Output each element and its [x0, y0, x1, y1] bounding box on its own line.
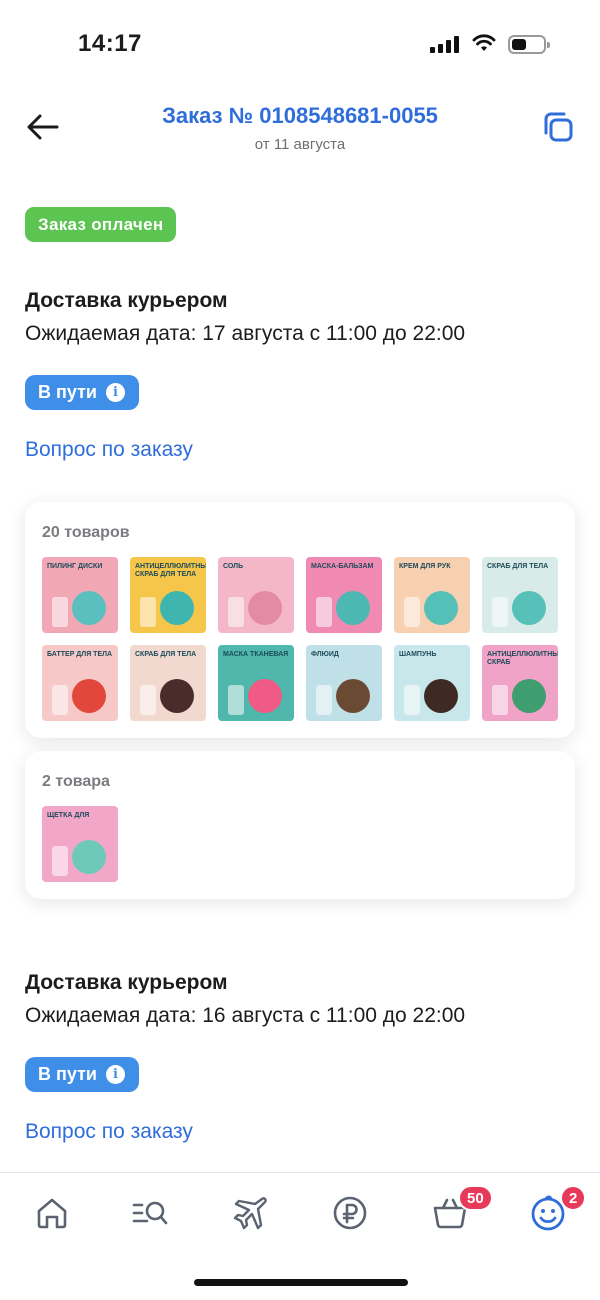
nav-catalog[interactable]	[130, 1193, 170, 1233]
product-image	[248, 591, 282, 625]
product-thumbnail[interactable]: Щетка для	[42, 806, 118, 882]
product-image	[424, 591, 458, 625]
product-package	[492, 597, 508, 627]
nav-home[interactable]	[32, 1193, 72, 1233]
catalog-search-icon	[132, 1201, 168, 1225]
product-image	[72, 840, 106, 874]
nav-finance[interactable]	[330, 1193, 370, 1233]
product-label: Пилинг диски	[47, 563, 103, 570]
product-package	[228, 597, 244, 627]
product-label: Щетка для	[47, 812, 90, 819]
product-package	[140, 597, 156, 627]
copy-icon	[544, 112, 573, 142]
page-title: Заказ № 0108548681-0055	[162, 103, 438, 128]
product-image	[160, 591, 194, 625]
items-count: 2 товара	[42, 773, 110, 790]
product-thumbnail[interactable]: Пилинг диски	[42, 557, 118, 633]
product-image	[424, 679, 458, 713]
product-image	[72, 591, 106, 625]
status-bar: 14:17	[0, 0, 600, 88]
home-icon	[37, 1198, 67, 1229]
product-package	[52, 685, 68, 715]
page-subtitle: от 11 августа	[254, 136, 346, 153]
order-header: Заказ № 0108548681-0055 от 11 августа	[0, 95, 600, 165]
product-thumbnail[interactable]: Крем для рук	[394, 557, 470, 633]
product-label: Антицеллюлитный скраб для тела	[135, 563, 206, 578]
product-package	[404, 597, 420, 627]
product-label: Скраб для тела	[135, 651, 197, 658]
order-paid-badge: Заказ оплачен	[25, 207, 177, 242]
product-thumbnail[interactable]: Баттер для тела	[42, 645, 118, 721]
info-icon: i	[105, 383, 125, 402]
profile-notification-badge: 2	[560, 1185, 587, 1211]
product-package	[52, 597, 68, 627]
product-thumbnail[interactable]: Шампунь	[394, 645, 470, 721]
shipment-2-title: Доставка курьером	[25, 971, 228, 994]
shipment-1-status-badge[interactable]: В пути i	[25, 375, 139, 410]
nav-travel[interactable]	[231, 1193, 271, 1233]
product-label: Соль	[223, 563, 244, 570]
shipment-2-question-link[interactable]: Вопрос по заказу	[25, 1120, 193, 1144]
product-label: Флюид	[311, 651, 339, 658]
product-label: Баттер для тела	[47, 651, 113, 658]
shipment-1-status-label: В пути	[38, 382, 97, 402]
battery-level	[512, 39, 526, 50]
items-grid: Щетка для	[42, 806, 558, 882]
ruble-icon	[333, 1196, 367, 1230]
product-thumbnail[interactable]: Скраб для тела	[130, 645, 206, 721]
product-image	[72, 679, 106, 713]
cart-count-badge: 50	[458, 1185, 493, 1211]
wifi-icon	[472, 34, 496, 51]
product-package	[316, 685, 332, 715]
product-image	[248, 679, 282, 713]
product-image	[512, 591, 546, 625]
items-count: 20 товаров	[42, 524, 130, 541]
shipment-2-status-badge[interactable]: В пути i	[25, 1057, 139, 1092]
product-thumbnail[interactable]: Маска-бальзам	[306, 557, 382, 633]
shipment-1-expected-date: Ожидаемая дата: 17 августа с 11:00 до 22…	[25, 322, 466, 345]
cellular-signal-icon	[430, 35, 459, 53]
home-indicator	[194, 1279, 408, 1286]
items-card-2: 2 товара Щетка для	[25, 751, 575, 899]
product-package	[228, 685, 244, 715]
product-label: Шампунь	[399, 651, 437, 658]
product-package	[404, 685, 420, 715]
product-image	[160, 679, 194, 713]
product-package	[316, 597, 332, 627]
items-grid: Пилинг диски Антицеллюлитный скраб для те…	[42, 557, 558, 721]
product-label: Антицеллюлитный скраб	[487, 651, 558, 666]
product-thumbnail[interactable]: Антицеллюлитный скраб для тела	[130, 557, 206, 633]
product-image	[512, 679, 546, 713]
shipment-1-title: Доставка курьером	[25, 289, 228, 312]
product-image	[336, 679, 370, 713]
copy-button[interactable]	[538, 107, 578, 147]
product-label: Маска-бальзам	[311, 563, 374, 570]
product-label: Крем для рук	[399, 563, 451, 570]
product-package	[492, 685, 508, 715]
shipment-2-status-label: В пути	[38, 1064, 97, 1084]
product-thumbnail[interactable]: Маска тканевая	[218, 645, 294, 721]
shipment-2-expected-date: Ожидаемая дата: 16 августа с 11:00 до 22…	[25, 1004, 466, 1027]
product-thumbnail[interactable]: Скраб для тела	[482, 557, 558, 633]
product-image	[336, 591, 370, 625]
battery-icon	[508, 35, 550, 54]
product-package	[140, 685, 156, 715]
items-card-1: 20 товаров Пилинг диски Антицеллюлитный с…	[25, 502, 575, 738]
product-label: Маска тканевая	[223, 651, 289, 658]
product-thumbnail[interactable]: Антицеллюлитный скраб	[482, 645, 558, 721]
product-thumbnail[interactable]: Флюид	[306, 645, 382, 721]
product-package	[52, 846, 68, 876]
airplane-icon	[233, 1197, 267, 1230]
product-thumbnail[interactable]: Соль	[218, 557, 294, 633]
shipment-1-question-link[interactable]: Вопрос по заказу	[25, 438, 193, 462]
product-label: Скраб для тела	[487, 563, 549, 570]
status-time: 14:17	[78, 30, 142, 57]
info-icon: i	[105, 1065, 125, 1084]
